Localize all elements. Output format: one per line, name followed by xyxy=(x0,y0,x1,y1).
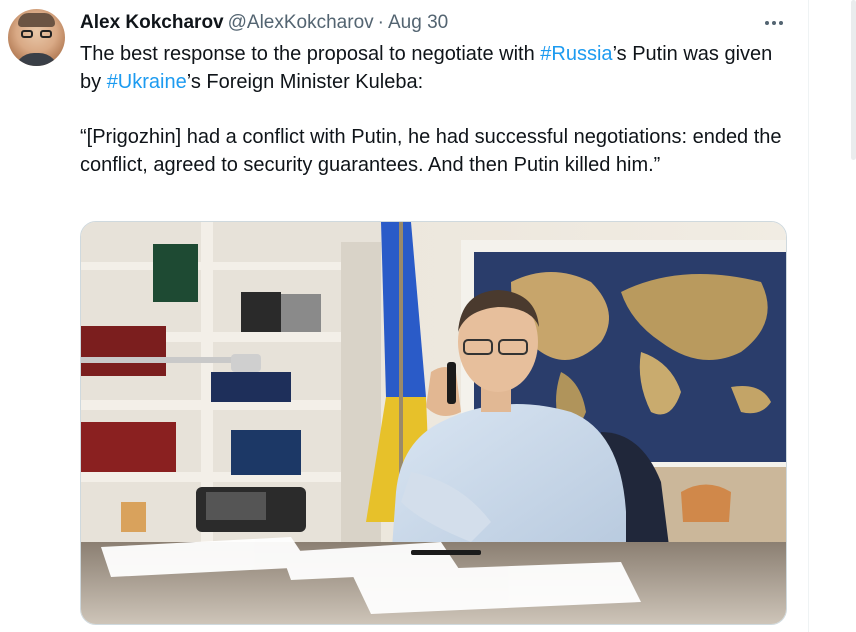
tweet-header: Alex Kokcharov @AlexKokcharov · Aug 30 xyxy=(80,11,448,35)
tweet-quote: “[Prigozhin] had a conflict with Putin, … xyxy=(80,126,782,176)
tweet-date[interactable]: Aug 30 xyxy=(388,12,448,34)
column-divider xyxy=(808,0,809,632)
more-options-button[interactable] xyxy=(760,12,788,34)
avatar-glasses xyxy=(21,30,52,39)
tweet-text: The best response to the proposal to neg… xyxy=(80,41,795,179)
more-horizontal-icon xyxy=(765,21,783,25)
hashtag-ukraine[interactable]: #Ukraine xyxy=(107,71,187,93)
tweet-paragraph-1: The best response to the proposal to neg… xyxy=(80,41,795,96)
author-avatar[interactable] xyxy=(8,9,65,66)
author-handle[interactable]: @AlexKokcharov xyxy=(228,12,374,34)
tweet[interactable]: Alex Kokcharov @AlexKokcharov · Aug 30 T… xyxy=(0,0,808,632)
avatar-shirt xyxy=(14,53,59,66)
text-segment: ’s Foreign Minister Kuleba: xyxy=(186,70,424,93)
author-name[interactable]: Alex Kokcharov xyxy=(80,12,224,34)
text-segment: The best response to the proposal to neg… xyxy=(80,43,541,65)
scrollbar[interactable] xyxy=(851,0,856,160)
tweet-photo[interactable] xyxy=(80,221,787,625)
hashtag-russia[interactable]: #Russia xyxy=(540,43,612,65)
header-separator: · xyxy=(377,12,384,33)
avatar-hair xyxy=(18,13,55,27)
photo-illustration xyxy=(81,222,786,624)
